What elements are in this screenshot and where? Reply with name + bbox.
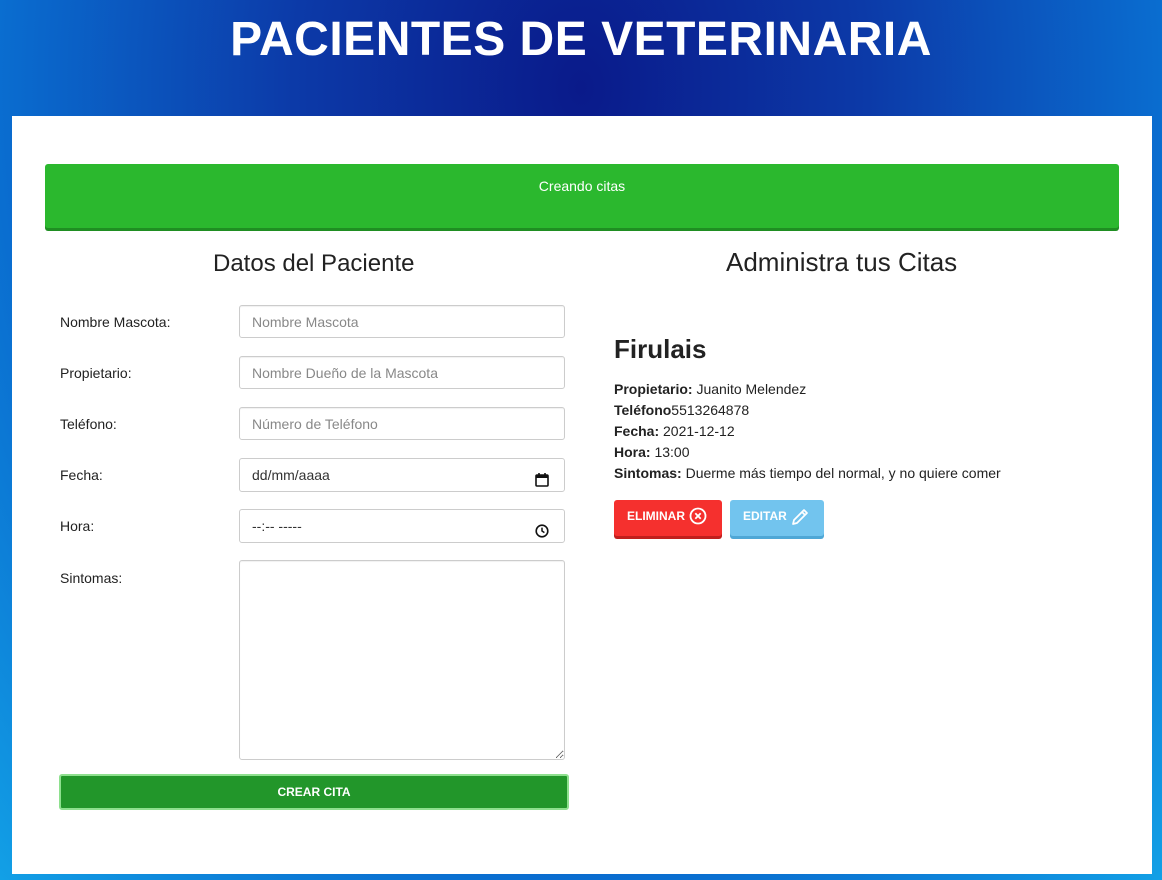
time-line: Hora: 13:00 [614, 444, 690, 460]
calendar-icon[interactable] [534, 467, 550, 499]
hora-input[interactable]: --:-- ----- [239, 509, 565, 543]
fecha-input[interactable]: dd/mm/aaaa [239, 458, 565, 492]
label-sintomas: Sintomas: [60, 570, 123, 586]
sintomas-textarea[interactable] [239, 560, 565, 760]
label-mascota: Nombre Mascota: [60, 314, 171, 330]
edit-button[interactable]: EDITAR [730, 500, 824, 536]
delete-button[interactable]: ELIMINAR [614, 500, 722, 536]
delete-label: ELIMINAR [627, 509, 685, 523]
label-fecha: Fecha: [60, 467, 103, 483]
main-panel: Creando citas Datos del Paciente Adminis… [12, 116, 1152, 874]
page-title: PACIENTES DE VETERINARIA [230, 13, 932, 66]
label-propietario: Propietario: [60, 365, 132, 381]
propietario-input[interactable] [239, 356, 565, 389]
owner-line: Propietario: Juanito Melendez [614, 381, 807, 397]
circle-x-icon [689, 507, 707, 525]
form-title: Datos del Paciente [213, 250, 415, 277]
header: PACIENTES DE VETERINARIA [0, 0, 1162, 116]
fecha-value: dd/mm/aaaa [252, 467, 330, 483]
pencil-icon [792, 509, 808, 525]
edit-label: EDITAR [743, 509, 787, 523]
create-appointment-button[interactable]: CREAR CITA [59, 774, 569, 810]
hora-value: --:-- ----- [252, 518, 302, 534]
symptoms-line: Sintomas: Duerme más tiempo del normal, … [614, 465, 1001, 481]
label-telefono: Teléfono: [60, 416, 117, 432]
mascota-input[interactable] [239, 305, 565, 338]
appointments-title: Administra tus Citas [726, 247, 958, 277]
label-hora: Hora: [60, 518, 95, 534]
phone-line: Teléfono5513264878 [614, 402, 750, 418]
appointment-card: Firulais Propietario: Juanito Melendez T… [614, 334, 1134, 484]
telefono-input[interactable] [239, 407, 565, 440]
status-alert: Creando citas [45, 164, 1119, 228]
pet-name: Firulais [614, 334, 707, 364]
clock-icon[interactable] [534, 518, 550, 550]
date-line: Fecha: 2021-12-12 [614, 423, 735, 439]
